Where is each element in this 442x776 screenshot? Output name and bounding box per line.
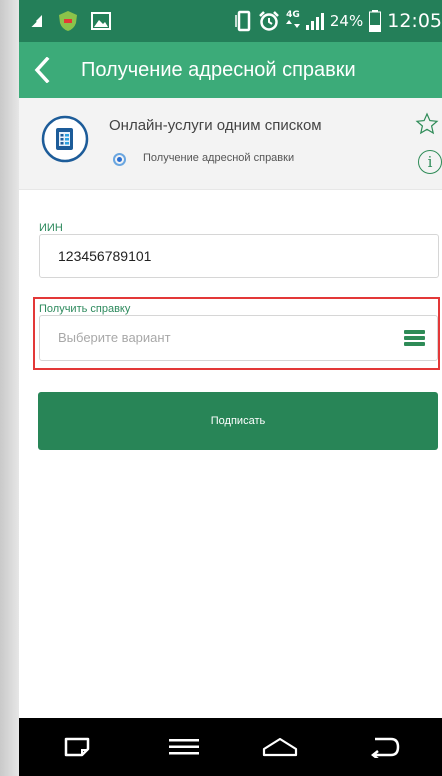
data-arrows-icon — [285, 20, 300, 28]
shield-app-icon — [59, 11, 77, 31]
service-title: Онлайн-услуги одним списком — [109, 117, 322, 134]
recent-apps-button[interactable] — [55, 718, 99, 776]
phone-screen: 4G 24% 12:05 Получение адресной справки — [19, 0, 442, 776]
network-type-label: 4G — [286, 10, 300, 20]
alarm-icon — [259, 11, 279, 31]
vibrate-icon — [235, 10, 251, 32]
back-nav-icon — [370, 737, 400, 758]
left-background-strip — [0, 0, 19, 776]
status-right-icons: 4G 24% 12:05 — [234, 0, 442, 42]
status-bar: 4G 24% 12:05 — [19, 0, 442, 42]
home-icon — [262, 737, 298, 757]
favorite-star-icon[interactable] — [415, 112, 439, 136]
list-menu-icon[interactable] — [404, 330, 425, 347]
iin-input[interactable]: 123456789101 — [39, 234, 439, 278]
info-symbol: i — [427, 153, 433, 171]
menu-icon — [169, 739, 199, 755]
back-nav-button[interactable] — [362, 718, 406, 776]
request-select[interactable]: Выберите вариант — [39, 315, 438, 361]
service-card: Онлайн-услуги одним списком Получение ад… — [19, 98, 442, 190]
system-navigation-bar — [19, 718, 442, 776]
selected-service-label: Получение адресной справки — [143, 152, 295, 164]
request-label: Получить справку — [39, 303, 131, 315]
signal-icon — [305, 12, 324, 30]
network-type-badge: 4G — [285, 10, 300, 31]
clock: 12:05 — [387, 10, 442, 32]
iin-value: 123456789101 — [58, 248, 152, 264]
battery-percent: 24% — [329, 12, 364, 30]
notification-icon — [29, 15, 42, 28]
sign-button[interactable]: Подписать — [38, 392, 438, 450]
info-icon[interactable]: i — [418, 150, 442, 174]
menu-button[interactable] — [162, 718, 206, 776]
battery-icon — [369, 10, 382, 32]
home-button[interactable] — [256, 718, 304, 776]
status-left-icons — [19, 10, 111, 32]
app-bar: Получение адресной справки — [19, 42, 442, 98]
service-radio[interactable] — [113, 153, 126, 166]
back-arrow-icon — [34, 57, 50, 83]
iin-label: ИИН — [39, 222, 63, 234]
request-placeholder: Выберите вариант — [58, 330, 171, 345]
back-button[interactable] — [19, 42, 65, 98]
recent-apps-icon — [64, 737, 90, 757]
online-services-icon — [41, 115, 89, 163]
gallery-icon — [91, 12, 111, 30]
page-title: Получение адресной справки — [81, 58, 356, 81]
